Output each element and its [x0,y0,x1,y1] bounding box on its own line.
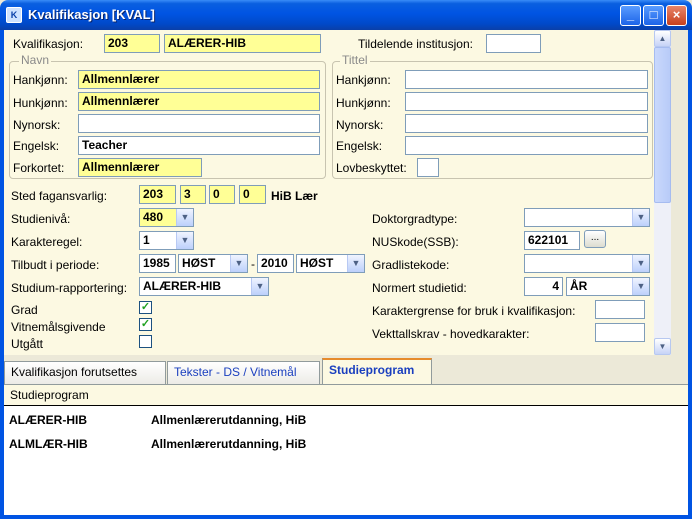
app-icon: K [6,7,22,23]
studieniva-value: 480 [143,210,164,224]
scroll-up-icon[interactable]: ▲ [654,30,671,47]
tilbudt-from-year[interactable]: 1985 [139,254,176,273]
navn-hunkjonn-label: Hunkjønn: [13,96,68,110]
chevron-down-icon[interactable]: ▼ [347,255,364,272]
studieniva-select[interactable]: 480 ▼ [139,208,194,227]
table-row-name[interactable]: Allmenlærerutdanning, HiB [151,413,306,427]
scroll-down-icon[interactable]: ▼ [654,338,671,355]
table-row-code[interactable]: ALÆRER-HIB [9,413,87,427]
tab-studieprogram[interactable]: Studieprogram [322,358,432,385]
chevron-down-icon[interactable]: ▼ [176,232,193,249]
chevron-down-icon[interactable]: ▼ [632,209,649,226]
tittel-engelsk-field[interactable] [405,136,648,155]
chevron-down-icon[interactable]: ▼ [251,278,268,295]
chevron-down-icon[interactable]: ▼ [632,278,649,295]
navn-forkortet-field[interactable]: Allmennlærer [78,158,202,177]
navn-hunkjonn-field[interactable]: Allmennlærer [78,92,320,111]
karaktergrense-label: Karaktergrense for bruk i kvalifikasjon: [372,304,576,318]
sted-label: Sted fagansvarlig: [11,189,108,203]
minimize-button[interactable]: _ [620,5,641,26]
studieniva-label: Studienivå: [11,212,71,226]
nuskode-label: NUSkode(SSB): [372,235,459,249]
nuskode-field[interactable]: 622101 [524,231,580,250]
vitnemal-checkbox[interactable]: ✓ [139,318,152,331]
karakteregel-select[interactable]: 1 ▼ [139,231,194,250]
navn-nynorsk-label: Nynorsk: [13,118,61,132]
gradlistekode-select[interactable]: ▼ [524,254,650,273]
tilbudt-to-year[interactable]: 2010 [257,254,294,273]
normert-field[interactable]: 4 [524,277,563,296]
tab-tekster[interactable]: Tekster - DS / Vitnemål [167,361,320,384]
tildelende-label: Tildelende institusjon: [358,37,473,51]
grad-label: Grad [11,303,38,317]
utgatt-label: Utgått [11,337,44,351]
studieprogram-header: Studieprogram [4,385,688,406]
tittel-hunkjonn-field[interactable] [405,92,648,111]
close-button[interactable]: × [666,5,687,26]
tilbudt-from-term-select[interactable]: HØST ▼ [178,254,248,273]
kvalifikasjon-code-field[interactable]: 203 [104,34,160,53]
studium-rapportering-select[interactable]: ALÆRER-HIB ▼ [139,277,269,296]
studium-rapportering-label: Studium-rapportering: [11,281,128,295]
tittel-hankjonn-field[interactable] [405,70,648,89]
lovbeskyttet-label: Lovbeskyttet: [336,161,407,175]
window-title: Kvalifikasjon [KVAL] [28,7,155,22]
doktorgradtype-label: Doktorgradtype: [372,212,458,226]
normert-label: Normert studietid: [372,281,467,295]
chevron-down-icon[interactable]: ▼ [632,255,649,272]
utgatt-checkbox[interactable] [139,335,152,348]
karaktergrense-field[interactable] [595,300,645,319]
karakteregel-value: 1 [143,233,150,247]
maximize-button[interactable]: □ [643,5,664,26]
doktorgradtype-select[interactable]: ▼ [524,208,650,227]
vekttallskrav-label: Vekttallskrav - hovedkarakter: [372,327,530,341]
normert-unit: ÅR [570,279,588,293]
karakteregel-label: Karakteregel: [11,235,83,249]
navn-hankjonn-label: Hankjønn: [13,73,68,87]
tittel-hunkjonn-label: Hunkjønn: [336,96,391,110]
navn-group-title: Navn [19,53,52,67]
vitnemal-label: Vitnemålsgivende [11,320,106,334]
tab-kvalifikasjon-forutsettes[interactable]: Kvalifikasjon forutsettes [4,361,166,384]
sted-field-3[interactable]: 0 [209,185,235,204]
tilbudt-label: Tilbudt i periode: [11,258,100,272]
normert-unit-select[interactable]: ÅR ▼ [566,277,650,296]
tittel-nynorsk-field[interactable] [405,114,648,133]
sted-field-2[interactable]: 3 [180,185,206,204]
lovbeskyttet-field[interactable] [417,158,439,177]
table-row-name[interactable]: Allmenlærerutdanning, HiB [151,437,306,451]
navn-forkortet-label: Forkortet: [13,161,65,175]
chevron-down-icon[interactable]: ▼ [230,255,247,272]
sted-name: HiB Lær [271,189,318,203]
tilbudt-from-term: HØST [182,256,216,270]
chevron-down-icon[interactable]: ▼ [176,209,193,226]
navn-engelsk-field[interactable]: Teacher [78,136,320,155]
tilbudt-separator: - [251,257,255,271]
studium-rapportering-value: ALÆRER-HIB [143,279,221,293]
table-row-code[interactable]: ALMLÆR-HIB [9,437,88,451]
sted-field-1[interactable]: 203 [139,185,176,204]
tilbudt-to-term-select[interactable]: HØST ▼ [296,254,365,273]
navn-hankjonn-field[interactable]: Allmennlærer [78,70,320,89]
vekttallskrav-field[interactable] [595,323,645,342]
grad-checkbox[interactable]: ✓ [139,301,152,314]
navn-engelsk-label: Engelsk: [13,139,60,153]
tildelende-field[interactable] [486,34,541,53]
scroll-thumb[interactable] [654,47,671,203]
sted-field-4[interactable]: 0 [239,185,266,204]
tittel-engelsk-label: Engelsk: [336,139,383,153]
kvalifikasjon-field[interactable]: ALÆRER-HIB [164,34,321,53]
gradlistekode-label: Gradlistekode: [372,258,450,272]
tilbudt-to-term: HØST [300,256,334,270]
tittel-group-title: Tittel [340,53,370,67]
kvalifikasjon-label: Kvalifikasjon: [13,37,84,51]
vertical-scrollbar[interactable]: ▲ ▼ [654,30,671,355]
nuskode-lookup-button[interactable]: ... [584,230,606,248]
navn-nynorsk-field[interactable] [78,114,320,133]
tittel-hankjonn-label: Hankjønn: [336,73,391,87]
tittel-nynorsk-label: Nynorsk: [336,118,384,132]
